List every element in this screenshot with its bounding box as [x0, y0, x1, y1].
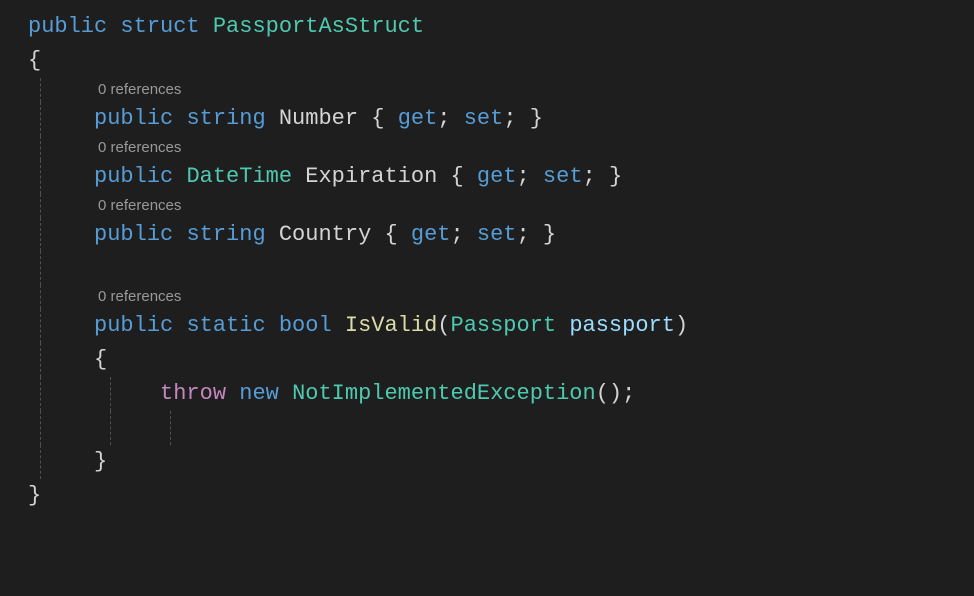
code-line: public string Number { get; set; } [0, 102, 974, 136]
keyword-throw: throw [160, 381, 226, 406]
close-brace: } [28, 483, 41, 508]
code-line: } [0, 445, 974, 479]
close-brace: } [94, 449, 107, 474]
codelens-text: 0 references [98, 288, 181, 305]
open-brace: { [28, 48, 41, 73]
code-line: public DateTime Expiration { get; set; } [0, 160, 974, 194]
codelens-references[interactable]: 0 references [0, 285, 974, 309]
code-line: throw new NotImplementedException(); [0, 377, 974, 411]
param-name: passport [569, 313, 675, 338]
keyword-string: string [186, 106, 265, 131]
codelens-references[interactable]: 0 references [0, 194, 974, 218]
code-line: public string Country { get; set; } [0, 218, 974, 252]
code-line: public struct PassportAsStruct [0, 10, 974, 44]
property-name: Country [279, 222, 371, 247]
keyword-public: public [94, 222, 173, 247]
codelens-references[interactable]: 0 references [0, 136, 974, 160]
codelens-references[interactable]: 0 references [0, 78, 974, 102]
type-name: PassportAsStruct [213, 14, 424, 39]
open-brace: { [94, 347, 107, 372]
type-datetime: DateTime [186, 164, 292, 189]
keyword-public: public [94, 313, 173, 338]
code-line: public static bool IsValid(Passport pass… [0, 309, 974, 343]
codelens-text: 0 references [98, 81, 181, 98]
keyword-public: public [28, 14, 107, 39]
property-name: Number [279, 106, 358, 131]
keyword-static: static [186, 313, 265, 338]
codelens-text: 0 references [98, 197, 181, 214]
blank-line [0, 411, 974, 445]
codelens-text: 0 references [98, 139, 181, 156]
code-line: } [0, 479, 974, 513]
keyword-string: string [186, 222, 265, 247]
code-line: { [0, 343, 974, 377]
keyword-public: public [94, 164, 173, 189]
method-name: IsValid [345, 313, 437, 338]
code-line: { [0, 44, 974, 78]
keyword-new: new [239, 381, 279, 406]
keyword-bool: bool [279, 313, 332, 338]
type-exception: NotImplementedException [292, 381, 596, 406]
property-name: Expiration [305, 164, 437, 189]
keyword-public: public [94, 106, 173, 131]
type-passport: Passport [451, 313, 557, 338]
blank-line [0, 251, 974, 285]
keyword-struct: struct [120, 14, 199, 39]
